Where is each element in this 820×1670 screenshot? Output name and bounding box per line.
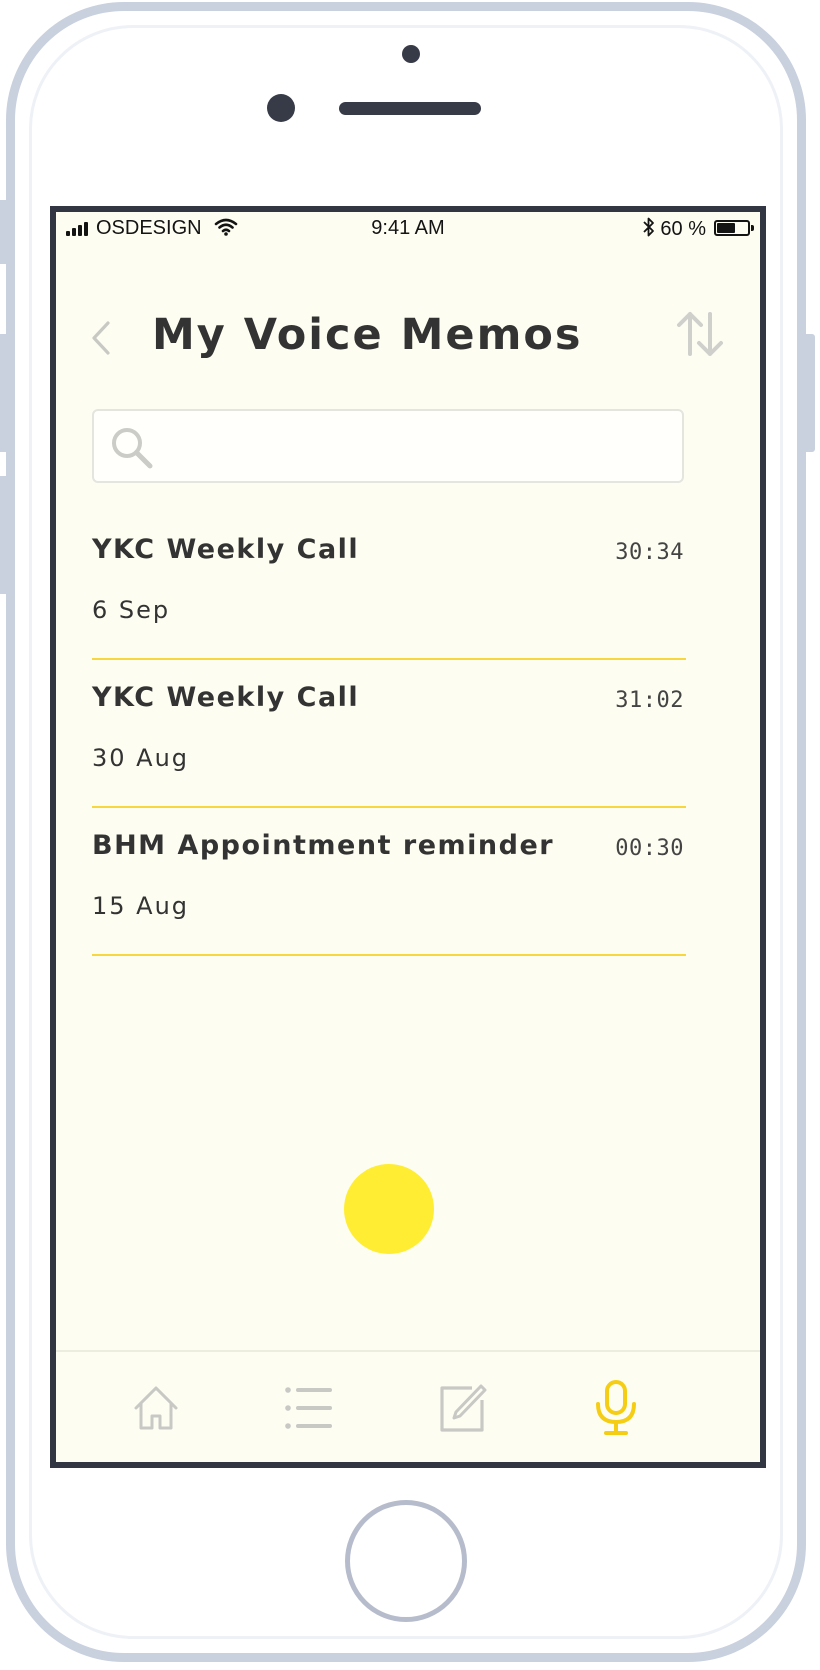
search-icon <box>108 424 156 472</box>
battery-percentage: 60 % <box>660 218 706 240</box>
mute-switch <box>0 200 7 264</box>
battery-icon <box>714 220 754 236</box>
memo-date: 6 Sep <box>92 596 171 624</box>
tab-list[interactable] <box>278 1378 338 1438</box>
sort-arrows-icon <box>677 312 723 356</box>
memo-item[interactable]: BHM Appointment reminder 00:30 15 Aug <box>92 808 686 956</box>
sort-button[interactable] <box>676 310 724 358</box>
microphone-icon <box>596 1380 636 1435</box>
proximity-sensor <box>402 45 420 63</box>
volume-down-button <box>0 476 7 594</box>
front-camera <box>267 94 295 122</box>
bluetooth-icon <box>642 216 656 244</box>
memo-duration: 30:34 <box>615 540 684 565</box>
battery-tip <box>751 225 754 231</box>
home-button[interactable] <box>345 1500 467 1622</box>
back-button[interactable] <box>88 318 116 358</box>
memo-list: YKC Weekly Call 30:34 6 Sep YKC Weekly C… <box>92 512 686 956</box>
page-title: My Voice Memos <box>152 310 583 360</box>
memo-duration: 31:02 <box>615 688 684 713</box>
memo-item[interactable]: YKC Weekly Call 30:34 6 Sep <box>92 512 686 660</box>
edit-icon <box>440 1384 487 1432</box>
record-button[interactable] <box>344 1164 434 1254</box>
app-screen: OSDESIGN 9:41 AM 60 % My Voice Memos YKC… <box>50 206 766 1468</box>
tab-bar <box>56 1350 760 1462</box>
header: My Voice Memos <box>56 304 760 374</box>
home-icon <box>134 1386 178 1430</box>
tab-microphone[interactable] <box>586 1378 646 1438</box>
search-box[interactable] <box>92 409 684 483</box>
memo-title: YKC Weekly Call <box>92 534 360 565</box>
search-input[interactable] <box>170 421 674 473</box>
device-mockup: OSDESIGN 9:41 AM 60 % My Voice Memos YKC… <box>0 0 820 1670</box>
tab-edit[interactable] <box>432 1378 492 1438</box>
memo-title: BHM Appointment reminder <box>92 830 555 861</box>
battery-level <box>717 223 735 233</box>
memo-duration: 00:30 <box>615 836 684 861</box>
memo-date: 15 Aug <box>92 892 190 920</box>
volume-up-button <box>0 334 7 452</box>
power-button <box>806 334 815 452</box>
status-bar: OSDESIGN 9:41 AM 60 % <box>56 212 760 242</box>
chevron-left-icon <box>92 321 110 355</box>
tab-home[interactable] <box>126 1378 186 1438</box>
memo-title: YKC Weekly Call <box>92 682 360 713</box>
earpiece-speaker <box>339 102 481 115</box>
memo-item[interactable]: YKC Weekly Call 31:02 30 Aug <box>92 660 686 808</box>
list-icon <box>285 1387 332 1429</box>
memo-date: 30 Aug <box>92 744 190 772</box>
